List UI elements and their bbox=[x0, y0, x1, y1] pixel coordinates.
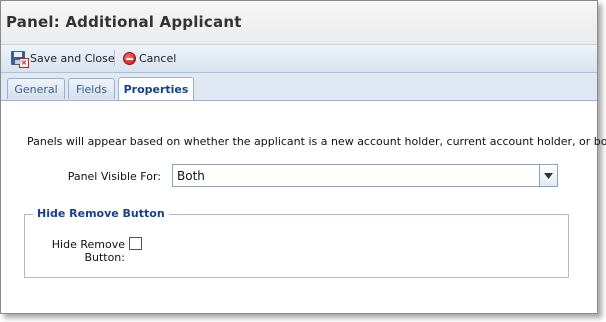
tab-properties[interactable]: Properties bbox=[118, 77, 194, 100]
tab-properties-label: Properties bbox=[123, 82, 189, 96]
hide-remove-checkbox[interactable] bbox=[129, 237, 142, 250]
save-and-close-button[interactable]: × Save and Close bbox=[11, 48, 115, 68]
hide-remove-legend: Hide Remove Button bbox=[33, 207, 169, 220]
hide-remove-label-line1: Hide Remove bbox=[51, 238, 125, 251]
title-bar: Panel: Additional Applicant bbox=[1, 1, 597, 45]
panel-title: Panel: Additional Applicant bbox=[6, 13, 242, 31]
save-and-close-label: Save and Close bbox=[30, 51, 115, 65]
hide-remove-label-line2: Button: bbox=[84, 251, 125, 264]
chevron-down-icon[interactable] bbox=[539, 165, 557, 186]
dropdown-arrow-glyph bbox=[544, 172, 553, 179]
hide-remove-label: Hide Remove Button: bbox=[45, 238, 125, 264]
cancel-icon bbox=[123, 51, 136, 65]
panel-visible-select[interactable]: Both bbox=[172, 164, 558, 187]
tab-fields[interactable]: Fields bbox=[68, 78, 115, 99]
panel-visible-value: Both bbox=[177, 169, 205, 183]
hide-remove-fieldset: Hide Remove Button Hide Remove Button: bbox=[24, 207, 569, 278]
cancel-button[interactable]: Cancel bbox=[123, 48, 176, 68]
properties-panel: Panels will appear based on whether the … bbox=[1, 101, 606, 313]
save-close-icon: × bbox=[11, 51, 29, 68]
panel-description: Panels will appear based on whether the … bbox=[27, 135, 606, 148]
panel-visible-label: Panel Visible For: bbox=[67, 170, 161, 183]
cancel-label: Cancel bbox=[139, 51, 177, 65]
panel-window: Panel: Additional Applicant × Save and C… bbox=[0, 0, 606, 314]
toolbar-separator bbox=[114, 50, 115, 66]
tab-general-label: General bbox=[14, 82, 58, 96]
tab-fields-label: Fields bbox=[75, 82, 108, 96]
toolbar: × Save and Close Cancel bbox=[1, 45, 597, 73]
tab-general[interactable]: General bbox=[7, 78, 65, 99]
tab-strip: General Fields Properties bbox=[1, 73, 597, 101]
